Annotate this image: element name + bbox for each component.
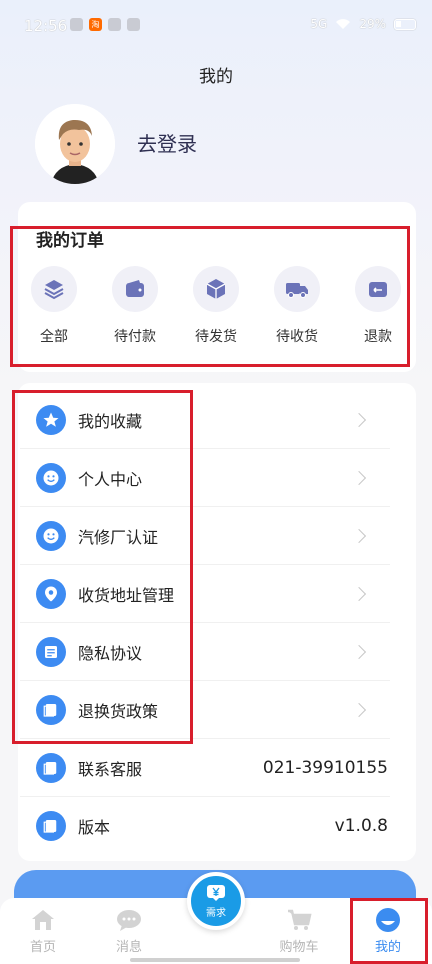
tab-home[interactable]: 首页 xyxy=(13,908,73,955)
menu-label: 隐私协议 xyxy=(78,643,143,663)
tab-icon-wrap xyxy=(286,908,312,932)
order-icon-wrap xyxy=(355,266,401,312)
book-icon xyxy=(43,703,57,717)
version-value: v1.0.8 xyxy=(334,816,388,836)
menu-icon-wrap xyxy=(36,404,66,435)
menu-item-address-management[interactable]: 收货地址管理 xyxy=(20,565,390,623)
menu-item-personal-center[interactable]: 个人中心 xyxy=(20,449,390,507)
layers-icon xyxy=(44,280,64,300)
order-label: 待发货 xyxy=(195,329,237,345)
refund-icon xyxy=(369,282,387,297)
order-all[interactable]: 全部 xyxy=(14,266,94,346)
menu-label: 汽修厂认证 xyxy=(78,527,159,547)
menu-icon-wrap xyxy=(36,578,66,609)
yen-icon xyxy=(207,884,225,901)
star-icon xyxy=(43,412,59,427)
chevron-right-icon xyxy=(351,412,367,427)
home-indicator xyxy=(130,958,300,962)
tab-icon-wrap xyxy=(30,908,56,932)
home-icon xyxy=(32,910,54,930)
notification-app-icon xyxy=(108,18,121,31)
wifi-icon xyxy=(336,19,351,29)
notification-app-icon xyxy=(127,18,140,31)
menu-label: 版本 xyxy=(78,818,111,837)
tab-label: 消息 xyxy=(115,940,142,955)
package-icon xyxy=(206,279,226,299)
menu-icon-wrap xyxy=(36,636,66,667)
order-icon-wrap xyxy=(112,266,158,312)
order-icon-wrap xyxy=(274,266,320,312)
cart-icon xyxy=(288,909,312,930)
menu-item-version: 版本 v1.0.8 xyxy=(20,797,390,855)
tab-mine[interactable]: 我的 xyxy=(358,908,418,955)
menu-label: 个人中心 xyxy=(78,469,143,489)
document-icon xyxy=(45,645,57,658)
location-pin-icon xyxy=(45,586,57,601)
profile-icon xyxy=(376,908,400,932)
order-pending-receipt[interactable]: 待收货 xyxy=(257,266,337,346)
tab-label: 我的 xyxy=(374,940,401,955)
login-link[interactable]: 去登录 xyxy=(137,128,197,157)
order-label: 待收货 xyxy=(276,329,318,345)
menu-item-privacy-agreement[interactable]: 隐私协议 xyxy=(20,623,390,681)
chevron-right-icon xyxy=(351,586,367,601)
menu-item-favorites[interactable]: 我的收藏 xyxy=(20,391,390,449)
wallet-icon xyxy=(126,280,144,297)
menu-label: 收货地址管理 xyxy=(78,585,175,605)
tab-icon-wrap xyxy=(375,908,401,932)
order-label: 全部 xyxy=(40,329,68,345)
menu-icon-wrap xyxy=(36,520,66,551)
order-icon-wrap xyxy=(31,266,77,312)
tab-cart[interactable]: 购物车 xyxy=(269,908,329,955)
order-pending-payment[interactable]: 待付款 xyxy=(95,266,175,346)
menu-icon-wrap xyxy=(36,462,66,493)
status-right: 5G 29% xyxy=(310,17,416,31)
chevron-right-icon xyxy=(351,528,367,543)
chevron-right-icon xyxy=(351,702,367,717)
order-refund[interactable]: 退款 xyxy=(338,266,418,346)
tab-label: 购物车 xyxy=(279,940,319,955)
battery-percent: 29% xyxy=(359,17,386,31)
tab-label: 首页 xyxy=(29,940,56,955)
order-icon-wrap xyxy=(193,266,239,312)
menu-icon-wrap xyxy=(36,811,66,841)
menu-item-customer-service[interactable]: 联系客服 021-39910155 xyxy=(20,739,390,797)
status-bar: 12:56 淘 5G 29% xyxy=(0,0,432,52)
avatar[interactable] xyxy=(35,104,115,184)
notification-icons: 淘 xyxy=(70,18,140,31)
order-label: 待付款 xyxy=(114,329,156,345)
status-time: 12:56 xyxy=(24,17,68,35)
truck-icon xyxy=(286,283,308,298)
battery-icon xyxy=(394,18,416,30)
orders-title: 我的订单 xyxy=(36,231,104,251)
menu-label: 我的收藏 xyxy=(78,411,143,431)
menu-label: 退换货政策 xyxy=(78,701,159,721)
demand-button[interactable]: 需求 xyxy=(187,872,245,930)
menu-label: 联系客服 xyxy=(78,759,143,779)
chevron-right-icon xyxy=(351,470,367,485)
menu-icon-wrap xyxy=(36,752,66,783)
avatar-illustration xyxy=(35,104,115,184)
menu-icon-wrap xyxy=(36,694,66,725)
menu-item-garage-certification[interactable]: 汽修厂认证 xyxy=(20,507,390,565)
page-title: 我的 xyxy=(199,67,233,87)
demand-label: 需求 xyxy=(206,907,226,919)
menu-item-return-policy[interactable]: 退换货政策 xyxy=(20,681,390,739)
service-phone[interactable]: 021-39910155 xyxy=(263,758,388,778)
network-indicator: 5G xyxy=(310,17,328,31)
tab-icon-wrap xyxy=(116,908,142,932)
smile-icon xyxy=(43,470,59,485)
book-icon xyxy=(43,820,57,833)
order-label: 退款 xyxy=(364,329,392,345)
chevron-right-icon xyxy=(351,644,367,659)
order-pending-shipment[interactable]: 待发货 xyxy=(176,266,256,346)
chat-icon xyxy=(117,910,141,931)
tab-messages[interactable]: 消息 xyxy=(99,908,159,955)
taobao-icon: 淘 xyxy=(89,18,102,31)
smile-icon xyxy=(43,528,59,543)
notification-app-icon xyxy=(70,18,83,31)
book-icon xyxy=(43,761,57,775)
